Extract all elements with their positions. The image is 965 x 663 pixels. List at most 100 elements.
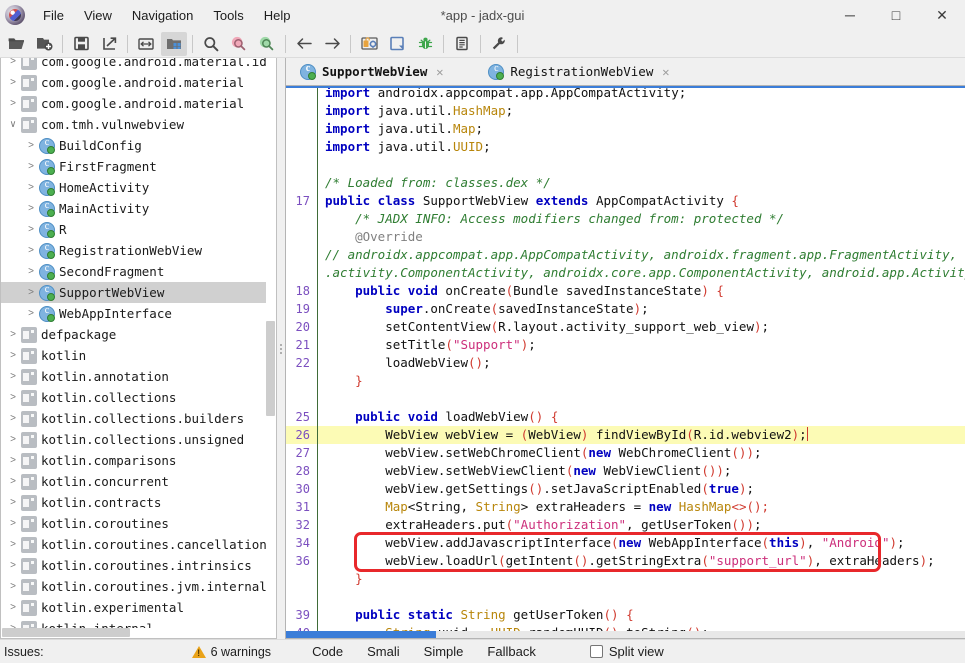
tab-fallback[interactable]: Fallback bbox=[475, 642, 547, 661]
search-icon[interactable] bbox=[198, 32, 224, 56]
code-line-text[interactable]: String uuid = UUID.randomUUID().toString… bbox=[323, 624, 965, 631]
chevron-right-icon[interactable] bbox=[5, 371, 21, 382]
code-line-text[interactable]: setTitle("Support"); bbox=[323, 336, 965, 354]
code-line-text[interactable] bbox=[323, 390, 965, 408]
code-line-text[interactable]: public void onCreate(Bundle savedInstanc… bbox=[323, 282, 965, 300]
close-button[interactable]: ✕ bbox=[919, 0, 965, 30]
tree-item-kotlin-contracts[interactable]: kotlin.contracts bbox=[1, 492, 266, 513]
editor-tab-close-icon[interactable]: ✕ bbox=[433, 65, 446, 79]
tree-horizontal-scrollbar[interactable] bbox=[2, 628, 265, 637]
code-line-text[interactable]: /* JADX INFO: Access modifiers changed f… bbox=[323, 210, 965, 228]
code-line-text[interactable]: setContentView(R.layout.activity_support… bbox=[323, 318, 965, 336]
preferences-icon[interactable] bbox=[486, 32, 512, 56]
flat-packages-icon[interactable] bbox=[161, 31, 187, 56]
tree-item-kotlin-coroutines-jvm-internal[interactable]: kotlin.coroutines.jvm.internal bbox=[1, 576, 266, 597]
tree-item-kotlin-collections[interactable]: kotlin.collections bbox=[1, 387, 266, 408]
chevron-right-icon[interactable] bbox=[5, 497, 21, 508]
log-icon[interactable] bbox=[449, 32, 475, 56]
chevron-right-icon[interactable] bbox=[23, 245, 39, 256]
chevron-right-icon[interactable] bbox=[5, 518, 21, 529]
code-line-text[interactable]: webView.addJavascriptInterface(new WebAp… bbox=[323, 534, 965, 552]
tree-item-defpackage[interactable]: defpackage bbox=[1, 324, 266, 345]
tree-vertical-scroll-thumb[interactable] bbox=[266, 321, 275, 416]
tab-smali[interactable]: Smali bbox=[355, 642, 412, 661]
chevron-right-icon[interactable] bbox=[23, 287, 39, 298]
debugger-icon[interactable] bbox=[412, 32, 438, 56]
code-line-text[interactable]: webView.setWebChromeClient(new WebChrome… bbox=[323, 444, 965, 462]
chevron-right-icon[interactable] bbox=[5, 77, 21, 88]
chevron-right-icon[interactable] bbox=[5, 98, 21, 109]
tree-item-kotlin-internal[interactable]: kotlin.internal bbox=[1, 618, 266, 628]
sync-icon[interactable] bbox=[133, 32, 159, 56]
code-line-text[interactable]: @Override bbox=[323, 228, 965, 246]
chevron-right-icon[interactable] bbox=[23, 203, 39, 214]
chevron-right-icon[interactable] bbox=[5, 350, 21, 361]
deobfuscation-icon[interactable] bbox=[356, 32, 382, 56]
code-line-text[interactable]: import androidx.appcompat.app.AppCompatA… bbox=[323, 88, 965, 102]
tree-item-com-tmh-vulnwebview[interactable]: com.tmh.vulnwebview bbox=[1, 114, 266, 135]
chevron-right-icon[interactable] bbox=[23, 161, 39, 172]
editor-tab-supportwebview[interactable]: SupportWebView ✕ bbox=[292, 58, 452, 85]
chevron-right-icon[interactable] bbox=[23, 140, 39, 151]
editor-tab-close-icon[interactable]: ✕ bbox=[659, 65, 672, 79]
tree-item-kotlin-coroutines[interactable]: kotlin.coroutines bbox=[1, 513, 266, 534]
tree-item-buildconfig[interactable]: BuildConfig bbox=[1, 135, 266, 156]
split-view-toggle[interactable]: Split view bbox=[589, 644, 664, 659]
code-line-text[interactable]: public class SupportWebView extends AppC… bbox=[323, 192, 965, 210]
code-line-text[interactable] bbox=[323, 156, 965, 174]
tree-item-homeactivity[interactable]: HomeActivity bbox=[1, 177, 266, 198]
code-line-text[interactable]: import java.util.UUID; bbox=[323, 138, 965, 156]
code-line-text[interactable] bbox=[323, 588, 965, 606]
chevron-right-icon[interactable] bbox=[23, 182, 39, 193]
tree-item-kotlin-coroutines-cancellation[interactable]: kotlin.coroutines.cancellation bbox=[1, 534, 266, 555]
code-horizontal-scroll-thumb[interactable] bbox=[286, 631, 436, 638]
search-comment-icon[interactable] bbox=[254, 32, 280, 56]
chevron-right-icon[interactable] bbox=[5, 476, 21, 487]
tree-vertical-scrollbar[interactable] bbox=[266, 59, 275, 627]
code-line-text[interactable]: // androidx.appcompat.app.AppCompatActiv… bbox=[323, 246, 965, 264]
code-line-text[interactable]: public void loadWebView() { bbox=[323, 408, 965, 426]
tree-item-kotlin-experimental[interactable]: kotlin.experimental bbox=[1, 597, 266, 618]
tree-item-mainactivity[interactable]: MainActivity bbox=[1, 198, 266, 219]
code-line-text[interactable]: WebView webView = (WebView) findViewById… bbox=[323, 426, 965, 444]
chevron-right-icon[interactable] bbox=[5, 58, 21, 67]
chevron-right-icon[interactable] bbox=[5, 581, 21, 592]
tree-item-kotlin-concurrent[interactable]: kotlin.concurrent bbox=[1, 471, 266, 492]
code-line-text[interactable]: extraHeaders.put("Authorization", getUse… bbox=[323, 516, 965, 534]
code-view[interactable]: import androidx.appcompat.app.AppCompatA… bbox=[286, 86, 965, 638]
tree-item-kotlin-comparisons[interactable]: kotlin.comparisons bbox=[1, 450, 266, 471]
chevron-right-icon[interactable] bbox=[5, 602, 21, 613]
tree-item-kotlin-collections-unsigned[interactable]: kotlin.collections.unsigned bbox=[1, 429, 266, 450]
code-line-text[interactable]: webView.getSettings().setJavaScriptEnabl… bbox=[323, 480, 965, 498]
chevron-right-icon[interactable] bbox=[23, 266, 39, 277]
quark-icon[interactable] bbox=[384, 32, 410, 56]
code-line-text[interactable]: webView.loadUrl(getIntent().getStringExt… bbox=[323, 552, 965, 570]
code-line-text[interactable]: Map<String, String> extraHeaders = new H… bbox=[323, 498, 965, 516]
code-horizontal-scrollbar[interactable] bbox=[286, 631, 965, 638]
code-line-text[interactable]: .activity.ComponentActivity, androidx.co… bbox=[323, 264, 965, 282]
code-line-text[interactable]: } bbox=[323, 570, 965, 588]
tree-horizontal-scroll-thumb[interactable] bbox=[2, 628, 130, 637]
chevron-right-icon[interactable] bbox=[5, 560, 21, 571]
tree-item-kotlin[interactable]: kotlin bbox=[1, 345, 266, 366]
export-gradle-icon[interactable] bbox=[96, 32, 122, 56]
split-view-checkbox[interactable] bbox=[589, 645, 603, 658]
chevron-right-icon[interactable] bbox=[5, 392, 21, 403]
tree-item-secondfragment[interactable]: SecondFragment bbox=[1, 261, 266, 282]
menu-help[interactable]: Help bbox=[254, 4, 301, 27]
save-all-icon[interactable] bbox=[68, 32, 94, 56]
code-line-text[interactable]: /* Loaded from: classes.dex */ bbox=[323, 174, 965, 192]
menu-navigation[interactable]: Navigation bbox=[122, 4, 203, 27]
chevron-right-icon[interactable] bbox=[5, 539, 21, 550]
menu-file[interactable]: File bbox=[33, 4, 74, 27]
add-files-icon[interactable] bbox=[31, 32, 57, 56]
tree-item-com-google-android-material[interactable]: com.google.android.material bbox=[1, 93, 266, 114]
tree-item-kotlin-collections-builders[interactable]: kotlin.collections.builders bbox=[1, 408, 266, 429]
open-file-icon[interactable] bbox=[3, 32, 29, 56]
tree-item-webappinterface[interactable]: WebAppInterface bbox=[1, 303, 266, 324]
chevron-right-icon[interactable] bbox=[5, 329, 21, 340]
chevron-right-icon[interactable] bbox=[5, 455, 21, 466]
code-line-text[interactable]: loadWebView(); bbox=[323, 354, 965, 372]
chevron-right-icon[interactable] bbox=[23, 308, 39, 319]
code-line-text[interactable]: webView.setWebViewClient(new WebViewClie… bbox=[323, 462, 965, 480]
